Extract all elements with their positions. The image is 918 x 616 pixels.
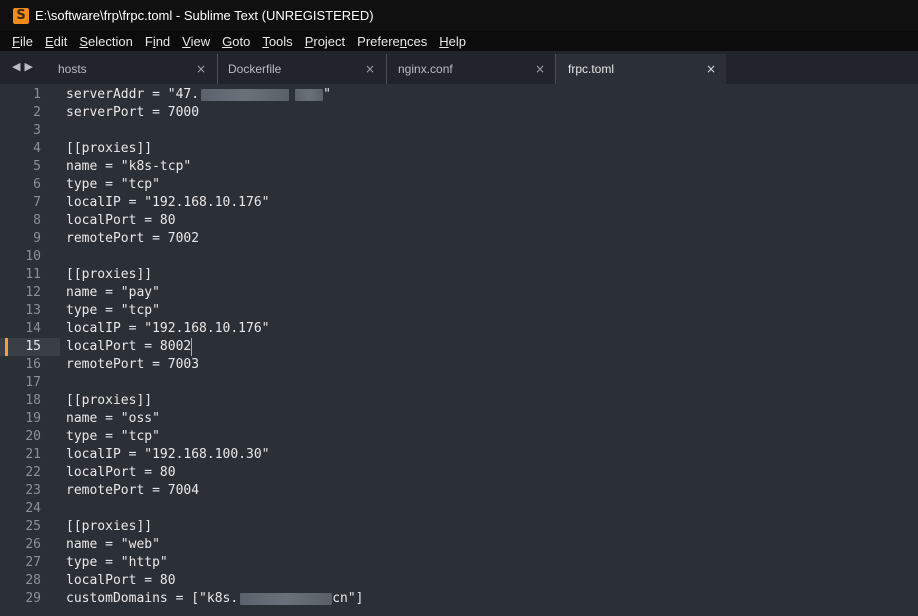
sublime-window: S E:\software\frp\frpc.toml - Sublime Te… xyxy=(0,0,918,616)
code-line[interactable]: type = "tcp" xyxy=(66,302,160,320)
text-cursor xyxy=(191,338,193,356)
tab-dockerfile[interactable]: Dockerfile × xyxy=(218,54,387,84)
menu-item-Find[interactable]: Find xyxy=(141,34,174,49)
line-number: 21 xyxy=(25,447,41,462)
line-number: 13 xyxy=(25,303,41,318)
code-line[interactable]: localIP = "192.168.100.30" xyxy=(66,446,270,464)
menu-item-Help[interactable]: Help xyxy=(435,34,470,49)
menu-item-Project[interactable]: Project xyxy=(301,34,349,49)
code-line[interactable]: name = "k8s-tcp" xyxy=(66,158,191,176)
line-number: 25 xyxy=(25,519,41,534)
line-number: 2 xyxy=(33,105,41,120)
line-number: 18 xyxy=(25,393,41,408)
line-number: 12 xyxy=(25,285,41,300)
close-icon[interactable]: × xyxy=(535,62,545,76)
tab-frpc-toml[interactable]: frpc.toml × xyxy=(556,54,726,84)
tab-hosts[interactable]: hosts × xyxy=(46,54,218,84)
code-line[interactable]: [[proxies]] xyxy=(66,518,152,536)
code-line[interactable]: remotePort = 7003 xyxy=(66,356,199,374)
tab-bar: ◀▶ hosts × Dockerfile × nginx.conf × frpc.toml… xyxy=(0,51,918,84)
line-number-gutter: 1 2 3 4 5 6 7 8 9 10 11 12 13 14 15 16 17 18 19 20 21 22 23 24 2… xyxy=(0,84,60,616)
code-line[interactable]: [[proxies]] xyxy=(66,392,152,410)
line-number: 1 xyxy=(33,87,41,102)
tab-label: nginx.conf xyxy=(398,62,453,76)
editor-area[interactable]: 1 2 3 4 5 6 7 8 9 10 11 12 13 14 15 16 17 18 19 20 21 22 23 24 2… xyxy=(0,84,918,616)
code-line[interactable]: type = "http" xyxy=(66,554,168,572)
line-number: 3 xyxy=(33,123,41,138)
line-number: 23 xyxy=(25,483,41,498)
code-line[interactable]: serverPort = 7000 xyxy=(66,104,199,122)
code-line[interactable]: name = "oss" xyxy=(66,410,160,428)
menu-item-Edit[interactable]: Edit xyxy=(41,34,71,49)
close-icon[interactable]: × xyxy=(365,62,375,76)
tab-label: frpc.toml xyxy=(568,62,615,76)
code-line[interactable]: [[proxies]] xyxy=(66,266,152,284)
title-bar[interactable]: S E:\software\frp\frpc.toml - Sublime Te… xyxy=(0,0,918,31)
code-line[interactable]: localPort = 8002 xyxy=(66,338,193,356)
line-number: 22 xyxy=(25,465,41,480)
menu-item-Preferences[interactable]: Preferences xyxy=(353,34,431,49)
line-number: 28 xyxy=(25,573,41,588)
line-number: 10 xyxy=(25,249,41,264)
code-line[interactable]: localPort = 80 xyxy=(66,464,176,482)
code-line[interactable]: localPort = 80 xyxy=(66,212,176,230)
code-line[interactable]: name = "web" xyxy=(66,536,160,554)
line-number: 20 xyxy=(25,429,41,444)
line-number: 9 xyxy=(33,231,41,246)
code-line[interactable]: serverAddr = "47. " xyxy=(66,86,331,104)
redacted-text xyxy=(240,592,333,605)
sublime-text-icon: S xyxy=(13,7,29,24)
menu-item-View[interactable]: View xyxy=(178,34,214,49)
close-icon[interactable]: × xyxy=(196,62,206,76)
menu-item-File[interactable]: File xyxy=(8,34,37,49)
redacted-text xyxy=(201,88,290,101)
line-number: 6 xyxy=(33,177,41,192)
code-line[interactable]: [[proxies]] xyxy=(66,140,152,158)
menu-item-Goto[interactable]: Goto xyxy=(218,34,254,49)
code-line[interactable]: customDomains = ["k8s. cn"] xyxy=(66,590,364,608)
code-line[interactable]: name = "pay" xyxy=(66,284,160,302)
line-number: 27 xyxy=(25,555,41,570)
tab-label: Dockerfile xyxy=(228,62,282,76)
tab-label: hosts xyxy=(58,62,87,76)
window-title: E:\software\frp\frpc.toml - Sublime Text… xyxy=(35,8,374,23)
menu-bar: File Edit Selection Find View Goto Tools Projec… xyxy=(0,31,918,51)
line-number: 26 xyxy=(25,537,41,552)
code-line[interactable]: type = "tcp" xyxy=(66,428,160,446)
menu-item-Tools[interactable]: Tools xyxy=(258,34,296,49)
code-line[interactable]: remotePort = 7004 xyxy=(66,482,199,500)
code-line[interactable]: type = "tcp" xyxy=(66,176,160,194)
tab-scroll-arrows-icon[interactable]: ◀▶ xyxy=(12,60,37,73)
line-number: 19 xyxy=(25,411,41,426)
code-line[interactable]: remotePort = 7002 xyxy=(66,230,199,248)
line-number: 5 xyxy=(33,159,41,174)
line-number: 4 xyxy=(33,141,41,156)
close-icon[interactable]: × xyxy=(706,62,716,76)
line-number: 16 xyxy=(25,357,41,372)
line-number: 17 xyxy=(25,375,41,390)
line-number: 8 xyxy=(33,213,41,228)
menu-item-Selection[interactable]: Selection xyxy=(75,34,136,49)
line-number: 15 xyxy=(25,339,41,354)
code-line[interactable]: localIP = "192.168.10.176" xyxy=(66,194,270,212)
code-line[interactable]: localIP = "192.168.10.176" xyxy=(66,320,270,338)
redacted-text xyxy=(295,88,324,101)
tab-nginx-conf[interactable]: nginx.conf × xyxy=(387,54,556,84)
line-number: 14 xyxy=(25,321,41,336)
line-number: 24 xyxy=(25,501,41,516)
line-number: 7 xyxy=(33,195,41,210)
code-line[interactable]: localPort = 80 xyxy=(66,572,176,590)
line-number: 29 xyxy=(25,591,41,606)
line-number: 11 xyxy=(25,267,41,282)
